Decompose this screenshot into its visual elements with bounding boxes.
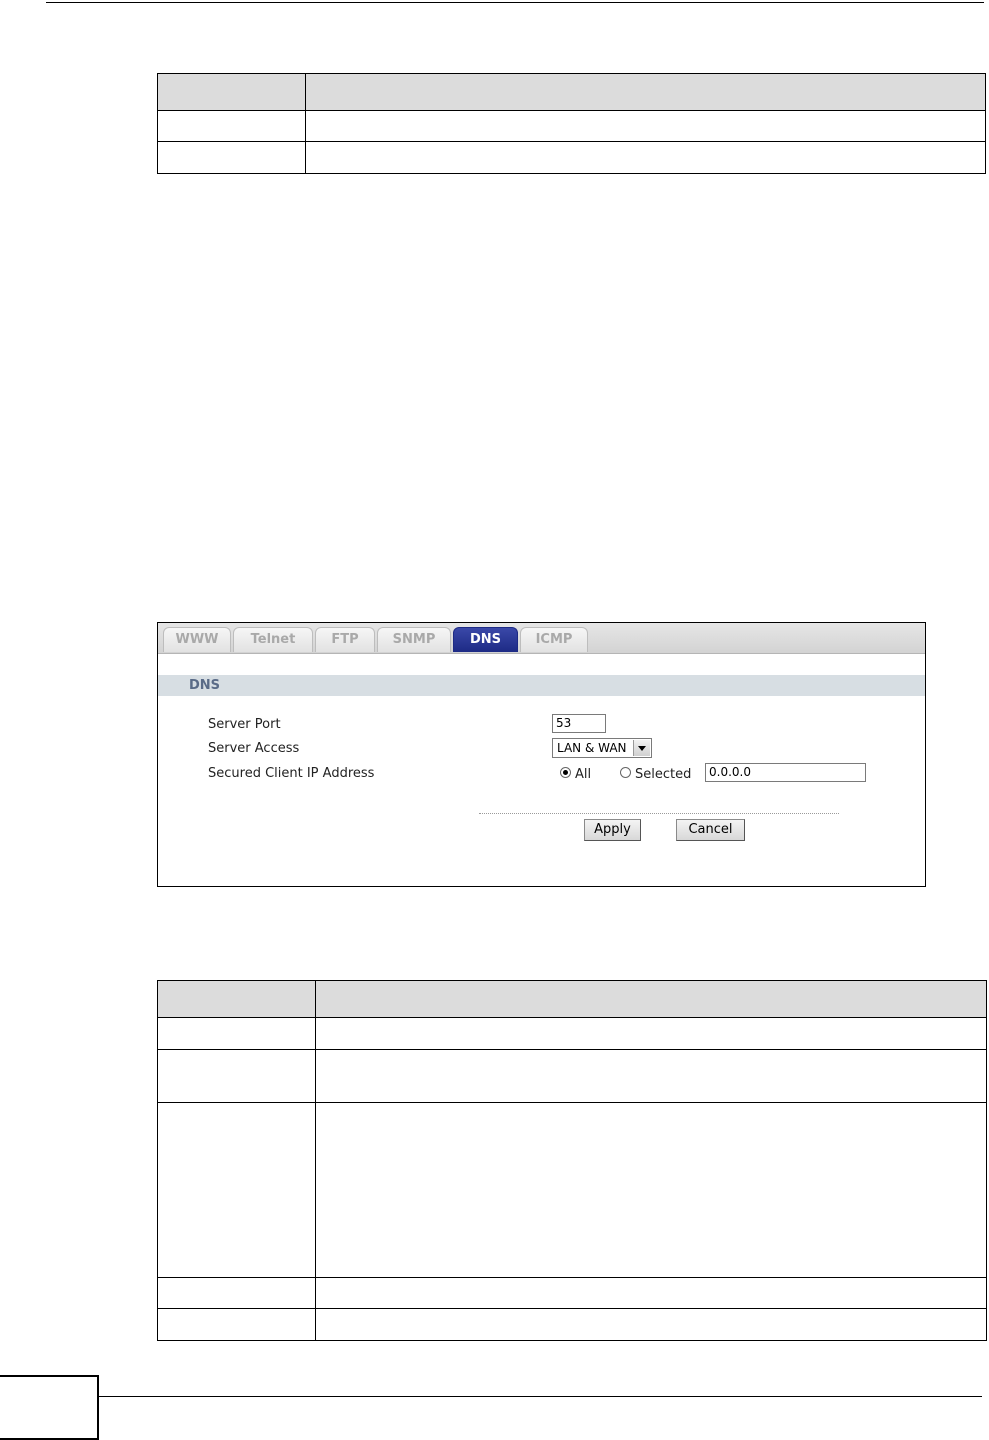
- table-row: [157, 1049, 987, 1103]
- table-header-cell: [157, 980, 316, 1018]
- tab-telnet[interactable]: Telnet: [233, 627, 313, 652]
- table-header-row: [157, 73, 986, 111]
- table-cell: [315, 1049, 987, 1103]
- tab-ftp[interactable]: FTP: [315, 627, 375, 652]
- server-port-input[interactable]: 53: [552, 714, 606, 733]
- table-cell: [157, 1277, 316, 1309]
- server-access-value: LAN & WAN: [557, 741, 627, 755]
- tab-dns[interactable]: DNS: [453, 627, 518, 652]
- footer-rule: [99, 1396, 982, 1397]
- table-row: [157, 110, 986, 142]
- table-row: [157, 1277, 987, 1309]
- table-cell: [315, 1308, 987, 1341]
- radio-all[interactable]: [560, 767, 571, 778]
- table-cell: [315, 1017, 987, 1050]
- server-access-select[interactable]: LAN & WAN: [552, 738, 652, 758]
- page-number-box: [0, 1375, 99, 1440]
- server-port-label: Server Port: [208, 717, 281, 732]
- table-cell: [315, 1102, 987, 1278]
- cancel-button[interactable]: Cancel: [676, 819, 745, 841]
- section-header: DNS: [158, 675, 925, 696]
- tab-www[interactable]: WWW: [163, 627, 231, 652]
- table-cell: [157, 141, 306, 174]
- dns-config-panel: WWW Telnet FTP SNMP DNS ICMP DNS Server …: [157, 622, 926, 887]
- radio-selected[interactable]: [620, 767, 631, 778]
- apply-button[interactable]: Apply: [584, 819, 641, 841]
- table-row: [157, 141, 986, 174]
- server-access-label: Server Access: [208, 741, 300, 756]
- table-header-cell: [157, 73, 306, 111]
- table-header-cell: [315, 980, 987, 1018]
- table-row: [157, 1308, 987, 1341]
- table-header-cell: [305, 73, 986, 111]
- table-cell: [157, 1308, 316, 1341]
- divider: [479, 813, 839, 814]
- table-cell: [157, 1017, 316, 1050]
- tab-icmp[interactable]: ICMP: [520, 627, 588, 652]
- table-cell: [157, 1049, 316, 1103]
- table-cell: [315, 1277, 987, 1309]
- section-title: DNS: [189, 678, 221, 693]
- radio-all-label: All: [575, 767, 592, 782]
- radio-selected-label: Selected: [635, 767, 692, 782]
- table-cell: [157, 110, 306, 142]
- chevron-down-icon[interactable]: [633, 740, 650, 756]
- table-row: [157, 1102, 987, 1278]
- secured-client-ip-label: Secured Client IP Address: [208, 766, 375, 781]
- table-cell: [157, 1102, 316, 1278]
- tab-snmp[interactable]: SNMP: [377, 627, 451, 652]
- header-rule: [46, 2, 984, 3]
- selected-ip-input[interactable]: 0.0.0.0: [705, 763, 866, 782]
- field-table-top: [157, 73, 986, 174]
- table-row: [157, 1017, 987, 1050]
- field-table-bottom: [157, 980, 987, 1341]
- tab-bar: WWW Telnet FTP SNMP DNS ICMP: [158, 623, 925, 654]
- table-header-row: [157, 980, 987, 1018]
- table-cell: [305, 141, 986, 174]
- table-cell: [305, 110, 986, 142]
